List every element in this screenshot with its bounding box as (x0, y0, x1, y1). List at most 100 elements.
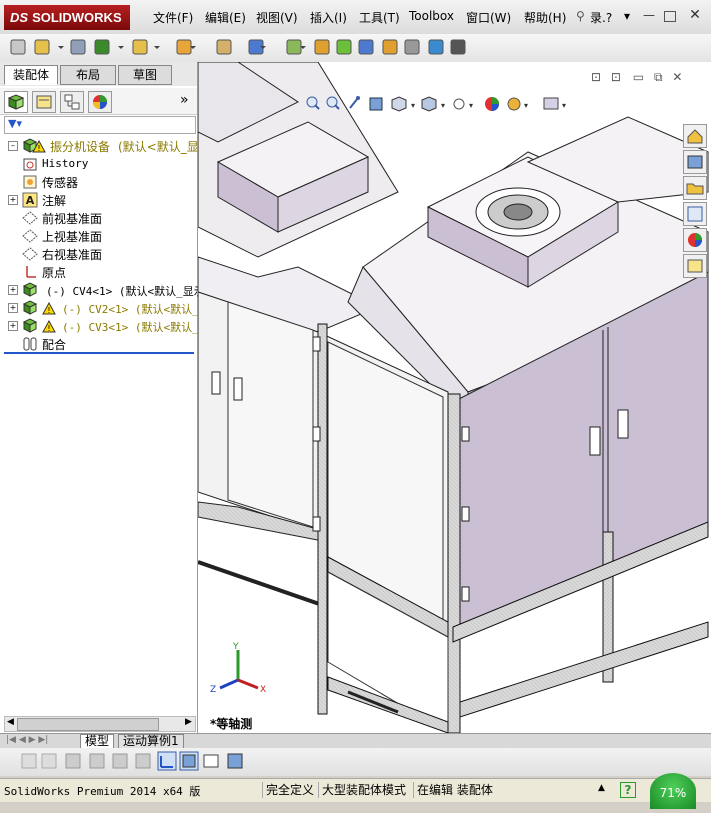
close-icon[interactable]: ✕ (688, 8, 702, 22)
coordinate-triad: Y X Z (210, 642, 266, 695)
horizontal-scrollbar[interactable]: ◀ ▶ (4, 716, 196, 732)
tile2-icon[interactable]: ⊡ (611, 70, 621, 84)
menu-file[interactable]: 文件(F) (153, 9, 193, 26)
move-component-icon[interactable] (380, 37, 400, 57)
scroll-thumb[interactable] (17, 718, 159, 731)
large-assembly-mode[interactable]: 大型装配体模式 (318, 782, 409, 798)
reference-geometry-icon[interactable] (356, 37, 376, 57)
bottom-toolbar (0, 748, 711, 776)
tree-item-cv3[interactable]: + ! (-) CV3<1> (默认<默认_显 (8, 318, 210, 334)
doc-close-icon[interactable]: ✕ (672, 70, 682, 84)
configuration-manager-icon[interactable] (60, 91, 84, 113)
file-explorer-icon[interactable] (683, 176, 707, 200)
attach-icon[interactable] (68, 37, 88, 57)
assembly-icon (22, 300, 38, 315)
performance-indicator[interactable]: 71% (650, 773, 696, 809)
custom-properties-icon[interactable] (683, 254, 707, 278)
component-icon[interactable] (92, 37, 112, 57)
pin-icon[interactable]: ⚲ (576, 9, 585, 23)
solidworks-logo[interactable]: DS SOLIDWORKS (4, 5, 130, 30)
svg-text:!: ! (47, 306, 50, 315)
tree-item-front-plane[interactable]: 前视基准面 (22, 210, 197, 226)
graphics-area[interactable]: ⊡ ⊡ ▭ ⧉ ✕ ▾ ▾ ▾ ▾ ▾ Y X Z *等轴测 (198, 62, 711, 733)
tree-item-top-plane[interactable]: 上视基准面 (22, 228, 197, 244)
tab-model[interactable]: 模型 (80, 734, 115, 749)
gear-icon[interactable] (312, 37, 332, 57)
assembly-features-icon[interactable] (334, 37, 354, 57)
tab-assembly[interactable]: 装配体 (4, 65, 58, 85)
resources-icon[interactable] (683, 124, 707, 148)
menu-edit[interactable]: 编辑(E) (205, 9, 246, 26)
doc-restore-icon[interactable]: ⧉ (654, 70, 663, 84)
doc-minimize-icon[interactable]: ▭ (633, 70, 644, 84)
scroll-right-icon[interactable]: ▶ (185, 717, 192, 727)
triad-y-label: Y (232, 642, 239, 652)
tree-filter[interactable]: ▼▾ (4, 116, 196, 134)
zoom-to-fit-icon (306, 96, 320, 110)
dropdown-icon[interactable]: ▾ (624, 9, 630, 23)
rotate-component-icon[interactable] (402, 37, 422, 57)
dropdown-icon[interactable] (152, 37, 162, 57)
warning-icon: ! (42, 320, 56, 333)
mate-icon[interactable] (214, 37, 234, 57)
product-version: SolidWorks Premium 2014 x64 版 (4, 785, 201, 798)
tab-motion-study[interactable]: 运动算例1 (118, 734, 184, 749)
appearances-icon[interactable] (683, 228, 707, 252)
feature-manager-icon[interactable] (4, 91, 28, 113)
view-orientation-label: *等轴测 (210, 717, 253, 731)
expand-icon[interactable]: + (8, 285, 18, 295)
menu-insert[interactable]: 插入(I) (310, 9, 347, 26)
tree-item-history[interactable]: History (22, 156, 197, 172)
dropdown-icon[interactable] (56, 37, 66, 57)
dropdown-icon[interactable] (188, 37, 198, 57)
minimize-icon[interactable]: — (642, 9, 656, 21)
tab-scroll-icons[interactable]: |◀ ◀ ▶ ▶| (6, 735, 48, 745)
instant3d-icon[interactable] (426, 37, 446, 57)
svg-text:▾: ▾ (562, 101, 566, 110)
expand-icon[interactable]: + (8, 303, 18, 313)
dropdown-icon[interactable] (298, 37, 308, 57)
tree-item-cv4[interactable]: + (-) CV4<1> (默认<默认_显示 (8, 282, 205, 298)
tree-item-origin[interactable]: 原点 (22, 264, 197, 280)
new-assembly-icon[interactable] (8, 37, 28, 57)
tab-layout[interactable]: 布局 (60, 65, 116, 85)
tree-item-sensors[interactable]: 传感器 (22, 174, 197, 190)
tile-icon[interactable]: ⊡ (591, 70, 601, 84)
mates-icon (23, 337, 37, 351)
tree-item-annotations[interactable]: + A 注解 (8, 192, 197, 208)
rollback-bar[interactable] (4, 352, 194, 354)
status-bar: SolidWorks Premium 2014 x64 版 完全定义 大型装配体… (0, 773, 711, 809)
expand-icon[interactable]: + (8, 195, 18, 205)
status-dropdown-icon[interactable]: ▲ (598, 783, 605, 793)
insert-component-icon[interactable] (130, 37, 150, 57)
restore-icon[interactable] (664, 11, 676, 22)
menu-view[interactable]: 视图(V) (256, 9, 298, 26)
scroll-left-icon[interactable]: ◀ (7, 717, 14, 727)
panel-icon-bar: » (0, 88, 197, 115)
svg-text:▾: ▾ (524, 101, 528, 110)
design-library-icon[interactable] (683, 150, 707, 174)
help-icon[interactable]: ? (620, 782, 636, 798)
property-manager-icon[interactable] (32, 91, 56, 113)
open-icon[interactable] (32, 37, 52, 57)
options-icon[interactable] (448, 37, 468, 57)
dropdown-icon[interactable] (258, 37, 268, 57)
dropdown-icon[interactable] (116, 37, 126, 57)
filter-icon[interactable]: ▼▾ (8, 117, 22, 130)
menu-help[interactable]: 帮助(H) (524, 9, 566, 26)
view-palette-icon[interactable] (683, 202, 707, 226)
menu-toolbox[interactable]: Toolbox (409, 9, 454, 23)
tree-item-mates[interactable]: 配合 (22, 336, 197, 352)
tree-item-root[interactable]: – ! 振分机设备 (默认<默认_显示 (8, 138, 211, 154)
standard-toolbar (0, 34, 711, 63)
tree-item-cv2[interactable]: + ! (-) CV2<1> (默认<默认_显 (8, 300, 210, 316)
expand-icon[interactable]: + (8, 321, 18, 331)
tree-item-right-plane[interactable]: 右视基准面 (22, 246, 197, 262)
menu-window[interactable]: 窗口(W) (466, 9, 511, 26)
tab-sketch[interactable]: 草图 (118, 65, 172, 85)
expand-panel-icon[interactable]: » (180, 92, 189, 108)
collapse-icon[interactable]: – (8, 141, 18, 151)
menu-help-question[interactable]: 录.? (590, 9, 612, 26)
display-manager-icon[interactable] (88, 91, 112, 113)
menu-tools[interactable]: 工具(T) (359, 9, 400, 26)
